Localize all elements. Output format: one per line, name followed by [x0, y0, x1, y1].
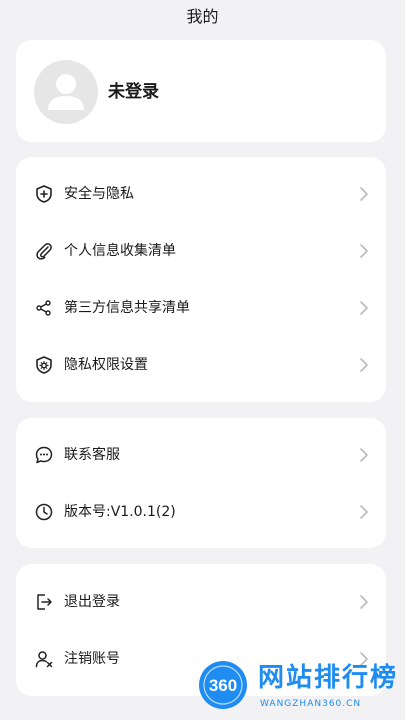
- page-title: 我的: [186, 7, 219, 26]
- menu-item-contact-support[interactable]: 联系客服: [16, 435, 386, 475]
- chat-bubble-icon: [34, 445, 54, 465]
- watermark-logo-text: 360: [209, 676, 237, 695]
- watermark-subtext: WANGZHAN360.CN: [260, 699, 362, 709]
- menu-label: 联系客服: [64, 447, 120, 463]
- menu-item-logout[interactable]: 退出登录: [16, 582, 386, 622]
- menu-label: 第三方信息共享清单: [64, 300, 190, 316]
- chevron-right-icon: [358, 242, 370, 260]
- login-status-label[interactable]: 未登录: [108, 80, 159, 104]
- menu-item-version[interactable]: 版本号:V1.0.1(2): [16, 492, 386, 532]
- shield-gear-icon: [34, 355, 54, 375]
- menu-label: 隐私权限设置: [64, 357, 148, 373]
- watermark-logo-icon: 360: [199, 661, 247, 709]
- menu-label: 个人信息收集清单: [64, 243, 176, 259]
- menu-label: 安全与隐私: [64, 186, 134, 202]
- menu-item-security-privacy[interactable]: 安全与隐私: [16, 174, 386, 214]
- paperclip-icon: [34, 241, 54, 261]
- profile-card[interactable]: 未登录: [16, 40, 386, 142]
- support-menu-card: 联系客服 版本号:V1.0.1(2): [16, 418, 386, 548]
- menu-label: 退出登录: [64, 594, 120, 610]
- clock-icon: [34, 502, 54, 522]
- chevron-right-icon: [358, 503, 370, 521]
- chevron-right-icon: [358, 185, 370, 203]
- shield-plus-icon: [34, 184, 54, 204]
- chevron-right-icon: [358, 446, 370, 464]
- privacy-menu-card: 安全与隐私 个人信息收集清单 第三方信息共享清单 隐私权限设置: [16, 157, 386, 402]
- user-avatar-icon: [48, 74, 84, 110]
- watermark-text: 网站排行榜: [258, 663, 399, 693]
- menu-label: 注销账号: [64, 651, 120, 667]
- user-remove-icon: [34, 649, 54, 669]
- menu-label: 版本号:V1.0.1(2): [64, 504, 176, 520]
- chevron-right-icon: [358, 356, 370, 374]
- menu-item-privacy-permissions[interactable]: 隐私权限设置: [16, 345, 386, 385]
- watermark: 360 网站排行榜 WANGZHAN360.CN: [196, 654, 405, 720]
- chevron-right-icon: [358, 593, 370, 611]
- share-icon: [34, 298, 54, 318]
- chevron-right-icon: [358, 299, 370, 317]
- avatar[interactable]: [34, 60, 98, 124]
- menu-item-personal-info-list[interactable]: 个人信息收集清单: [16, 231, 386, 271]
- logout-icon: [34, 592, 54, 612]
- menu-item-third-party-sharing[interactable]: 第三方信息共享清单: [16, 288, 386, 328]
